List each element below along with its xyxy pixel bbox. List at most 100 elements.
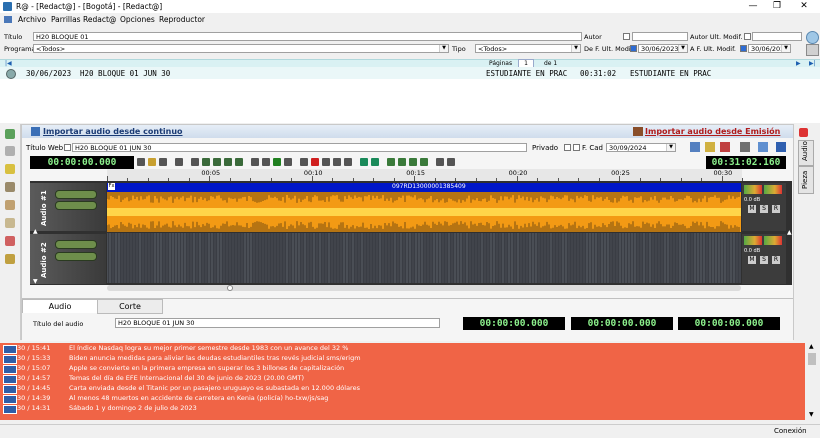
news-row[interactable]: 30 / 14:31 Sábado 1 y domingo 2 de julio …	[0, 404, 805, 414]
a-fecha-picker[interactable]: 30/06/2023 ▼	[748, 44, 791, 53]
menu-archivo[interactable]: Archivo	[18, 15, 46, 24]
last-page-icon[interactable]: ▶|	[809, 60, 816, 67]
info-icon[interactable]	[758, 142, 768, 152]
dropdown-icon[interactable]	[175, 158, 183, 166]
titulo-audio-input[interactable]: H20 BLOQUE 01 JUN 30	[115, 318, 440, 328]
titulo-input[interactable]: H20 BLOQUE 01	[33, 32, 582, 41]
track1-volume-knob[interactable]	[55, 190, 97, 199]
merge-icon[interactable]	[235, 158, 243, 166]
end-icon[interactable]	[344, 158, 352, 166]
titulo-web-input[interactable]: H20 BLOQUE 01 JUN 30	[72, 143, 527, 152]
autor-checkbox[interactable]	[623, 33, 630, 40]
clip-bar[interactable]: Fx 097RD13000001385409	[107, 183, 741, 192]
save-icon[interactable]	[159, 158, 167, 166]
fcad-checkbox[interactable]	[573, 144, 580, 151]
close-panel-icon[interactable]	[799, 128, 808, 137]
notes-icon[interactable]	[5, 218, 15, 228]
menu-redacta[interactable]: Redact@	[83, 15, 116, 24]
archive-icon[interactable]	[5, 254, 15, 264]
track2-solo-button[interactable]: S	[760, 256, 768, 264]
track2-mute-button[interactable]: M	[748, 256, 756, 264]
paste-icon[interactable]	[213, 158, 221, 166]
view-icon[interactable]	[436, 158, 444, 166]
delete-icon[interactable]	[720, 142, 730, 152]
vertical-scroll-icon[interactable]: ▲	[787, 229, 792, 236]
track1-record-button[interactable]: R	[772, 205, 780, 213]
folder-icon[interactable]	[5, 164, 15, 174]
news-row[interactable]: 30 / 15:07 Apple se convierte en la prime…	[0, 364, 805, 374]
open-icon[interactable]	[148, 158, 156, 166]
autor-ult-checkbox[interactable]	[744, 33, 751, 40]
close-button[interactable]: ✕	[797, 1, 811, 11]
result-row[interactable]: 30/06/2023 H20 BLOQUE 01 JUN 30 ESTUDIAN…	[0, 67, 820, 79]
scroll-up-icon[interactable]: ▲	[809, 343, 814, 350]
clip-fx-icon[interactable]: Fx	[108, 183, 115, 190]
privado-checkbox[interactable]	[564, 144, 571, 151]
zoom-sel-icon[interactable]	[420, 158, 428, 166]
loop-icon[interactable]	[333, 158, 341, 166]
first-page-icon[interactable]: |◀	[5, 60, 12, 67]
titulo-web-checkbox[interactable]	[64, 144, 71, 151]
first-icon[interactable]	[251, 158, 259, 166]
programa-select[interactable]: <Todos> ▼	[33, 44, 449, 53]
document-icon[interactable]	[5, 182, 15, 192]
tools-icon[interactable]	[5, 236, 15, 246]
next-page-icon[interactable]: ▶	[796, 60, 801, 67]
a-fecha-checkbox[interactable]	[740, 45, 747, 52]
track2-pan-knob[interactable]	[55, 252, 97, 261]
copy-icon[interactable]	[202, 158, 210, 166]
tab-audio-bottom[interactable]: Audio	[22, 299, 98, 313]
redo-icon[interactable]	[371, 158, 379, 166]
clear-filter-icon[interactable]	[806, 44, 819, 56]
stop-icon[interactable]	[300, 158, 308, 166]
tab-corte[interactable]: Corte	[97, 299, 163, 314]
record-icon[interactable]	[311, 158, 319, 166]
import-emission-button[interactable]: Importar audio desde Emisión	[645, 127, 780, 136]
rewind-icon[interactable]	[262, 158, 270, 166]
news-row[interactable]: 30 / 15:33 Biden anuncia medidas para ali…	[0, 354, 805, 364]
track2-volume-knob[interactable]	[55, 240, 97, 249]
scroll-thumb[interactable]	[808, 353, 816, 365]
de-fecha-checkbox[interactable]	[630, 45, 637, 52]
track1-pan-knob[interactable]	[55, 201, 97, 210]
menu-reproductor[interactable]: Reproductor	[159, 15, 205, 24]
news-row[interactable]: 30 / 15:41 El índice Nasdaq logra su mejo…	[0, 344, 805, 354]
menu-parrillas[interactable]: Parrillas	[51, 15, 81, 24]
forward-icon[interactable]	[284, 158, 292, 166]
cut-end-timer[interactable]: 00:00:00.000	[571, 317, 673, 330]
new-icon[interactable]	[137, 158, 145, 166]
scroll-down-icon[interactable]: ▼	[809, 411, 814, 418]
edit-icon[interactable]	[5, 200, 15, 210]
tab-pieza[interactable]: Pieza	[798, 166, 814, 194]
track1-waveform[interactable]	[107, 192, 741, 232]
cut-duration-timer[interactable]: 00:00:00.000	[678, 317, 780, 330]
import-continuous-button[interactable]: Importar audio desde continuo	[43, 127, 183, 136]
cut-icon[interactable]	[191, 158, 199, 166]
autor-input[interactable]	[632, 32, 688, 41]
track1-mute-button[interactable]: M	[748, 205, 756, 213]
grid-icon[interactable]	[447, 158, 455, 166]
zoom-out-icon[interactable]	[398, 158, 406, 166]
minimize-button[interactable]: —	[746, 1, 760, 11]
cut-start-timer[interactable]: 00:00:00.000	[463, 317, 565, 330]
tab-audio[interactable]: Audio	[798, 140, 814, 166]
track-up-icon[interactable]: ▲	[33, 228, 38, 235]
search-icon[interactable]	[806, 31, 819, 44]
track2-record-button[interactable]: R	[772, 256, 780, 264]
menu-opciones[interactable]: Opciones	[120, 15, 155, 24]
track2-waveform[interactable]	[107, 233, 741, 283]
settings-icon[interactable]	[740, 142, 750, 152]
scroll-thumb[interactable]	[227, 285, 233, 291]
folder-open-icon[interactable]	[705, 142, 715, 152]
fcad-picker[interactable]: 30/09/2024 ▼	[606, 143, 676, 152]
record-icon[interactable]	[5, 146, 15, 156]
save-icon[interactable]	[690, 142, 700, 152]
split-icon[interactable]	[224, 158, 232, 166]
zoom-in-icon[interactable]	[387, 158, 395, 166]
help-icon[interactable]	[776, 142, 786, 152]
tipo-select[interactable]: <Todos> ▼	[475, 44, 581, 53]
zoom-fit-icon[interactable]	[409, 158, 417, 166]
news-scrollbar[interactable]: ▲ ▼	[805, 343, 820, 420]
play-icon[interactable]	[5, 129, 15, 139]
news-row[interactable]: 30 / 14:57 Temas del día de EFE Internaci…	[0, 374, 805, 384]
